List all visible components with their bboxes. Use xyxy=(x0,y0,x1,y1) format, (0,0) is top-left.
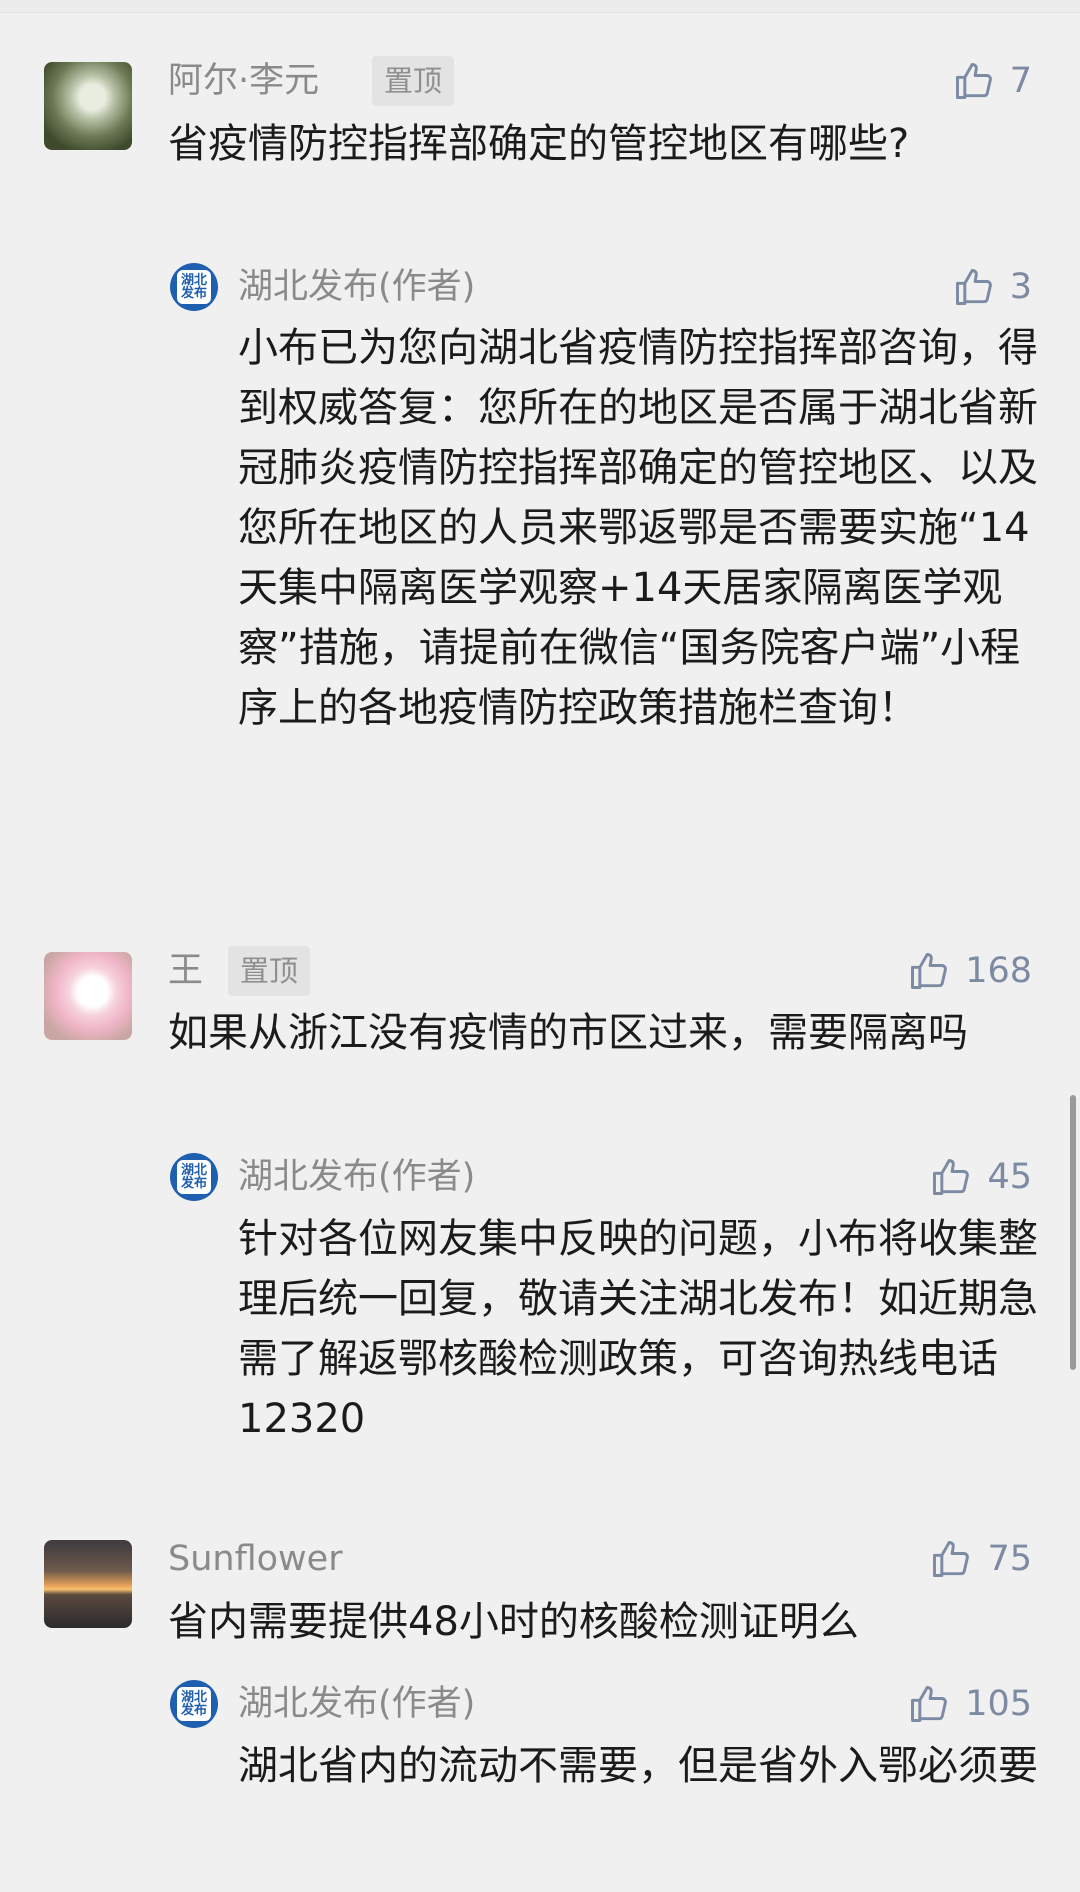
like-button[interactable]: 45 xyxy=(929,1152,1032,1202)
comment-username[interactable]: 王 xyxy=(168,946,203,996)
like-button[interactable]: 105 xyxy=(907,1679,1032,1729)
logo-text: 湖北发布 xyxy=(180,1690,207,1718)
reply-text: 小布已为您向湖北省疫情防控指挥部咨询，得到权威答复：您所在的地区是否属于湖北省新… xyxy=(238,325,1038,731)
like-button[interactable]: 7 xyxy=(952,56,1032,106)
thumbs-up-icon xyxy=(911,1686,948,1722)
hubei-fabu-logo[interactable]: 湖北发布 xyxy=(170,1153,218,1201)
like-button[interactable]: 75 xyxy=(929,1534,1032,1584)
top-divider xyxy=(0,0,1080,13)
avatar[interactable] xyxy=(44,1540,132,1628)
like-count: 105 xyxy=(965,1684,1032,1724)
like-count: 3 xyxy=(1009,267,1032,307)
thumbs-up-icon xyxy=(933,1541,970,1577)
comment-text: 省疫情防控指挥部确定的管控地区有哪些? xyxy=(168,121,910,167)
logo-text: 湖北发布 xyxy=(180,273,207,301)
like-button[interactable]: 168 xyxy=(907,946,1032,996)
like-count: 45 xyxy=(987,1157,1032,1197)
logo-text: 湖北发布 xyxy=(180,1163,207,1191)
reply-author[interactable]: 湖北发布(作者) xyxy=(238,1679,475,1729)
comment-username[interactable]: 阿尔·李元 xyxy=(168,56,319,106)
avatar[interactable] xyxy=(44,62,132,150)
reply-author[interactable]: 湖北发布(作者) xyxy=(238,1152,475,1202)
scrollbar[interactable] xyxy=(1070,1095,1076,1370)
like-count: 7 xyxy=(1009,61,1032,101)
comment-text: 如果从浙江没有疫情的市区过来，需要隔离吗 xyxy=(168,1010,968,1056)
thumbs-up-icon xyxy=(933,1159,970,1195)
reply-author[interactable]: 湖北发布(作者) xyxy=(238,262,475,312)
reply-text: 湖北省内的流动不需要，但是省外入鄂必须要 xyxy=(238,1743,1038,1789)
hubei-fabu-logo[interactable]: 湖北发布 xyxy=(170,263,218,311)
thumbs-up-icon xyxy=(955,269,992,305)
comment-text: 省内需要提供48小时的核酸检测证明么 xyxy=(168,1599,859,1645)
comment-username[interactable]: Sunflower xyxy=(168,1534,343,1584)
like-button[interactable]: 3 xyxy=(952,262,1032,312)
avatar[interactable] xyxy=(44,952,132,1040)
thumbs-up-icon xyxy=(955,63,992,99)
thumbs-up-icon xyxy=(911,953,948,989)
like-count: 168 xyxy=(965,951,1032,991)
pinned-badge: 置顶 xyxy=(228,946,311,996)
reply-text: 针对各位网友集中反映的问题，小布将收集整理后统一回复，敬请关注湖北发布！如近期急… xyxy=(238,1216,1038,1442)
hubei-fabu-logo[interactable]: 湖北发布 xyxy=(170,1680,218,1728)
like-count: 75 xyxy=(987,1539,1032,1579)
pinned-badge: 置顶 xyxy=(372,56,455,106)
